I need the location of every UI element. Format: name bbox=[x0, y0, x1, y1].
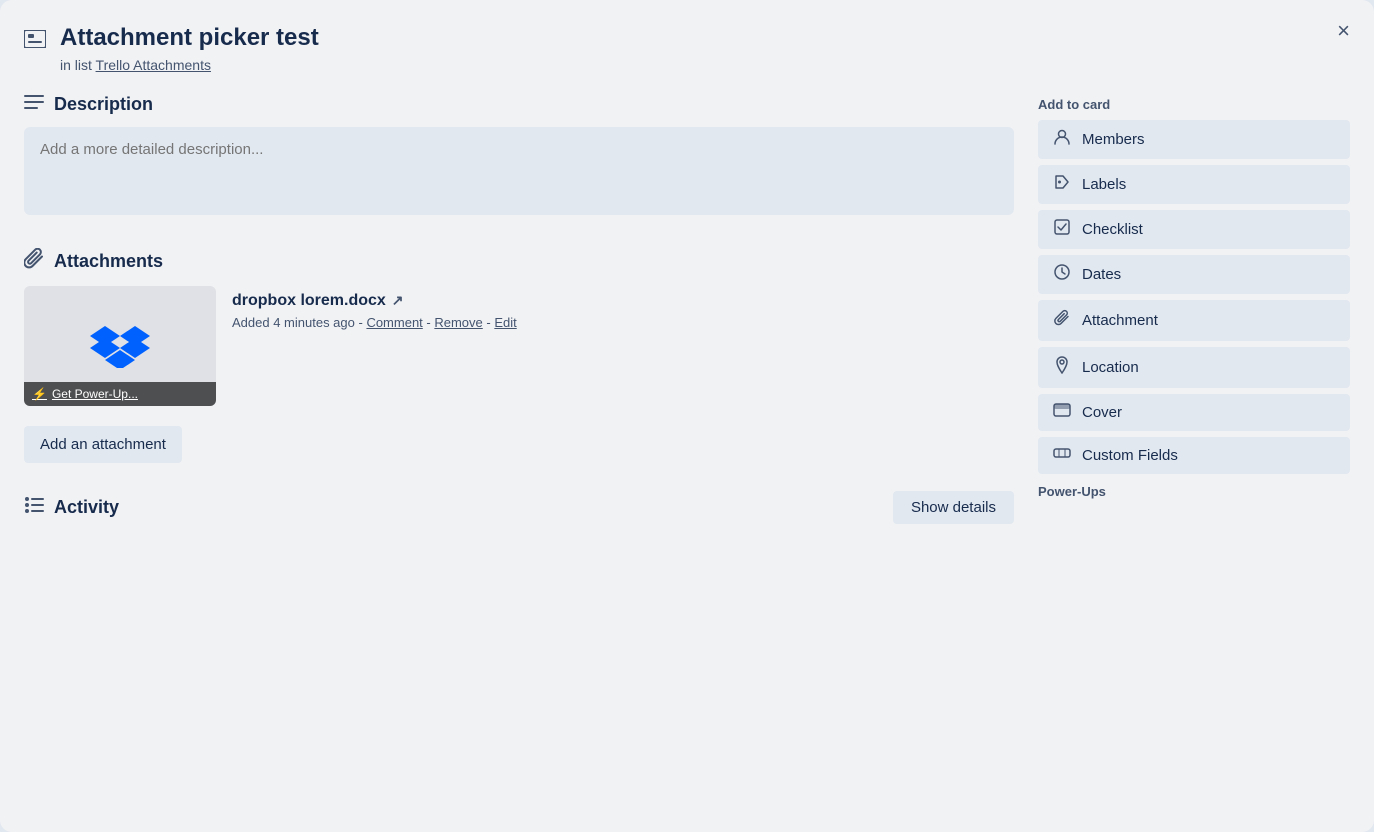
custom-fields-icon bbox=[1052, 446, 1072, 465]
paperclip-icon bbox=[24, 248, 44, 276]
attachment-external-link-icon[interactable]: ↗ bbox=[392, 292, 404, 309]
activity-title: Activity bbox=[54, 497, 119, 518]
card-modal: Attachment picker test in list Trello At… bbox=[0, 0, 1374, 832]
remove-link[interactable]: Remove bbox=[434, 315, 482, 330]
cover-icon bbox=[1052, 403, 1072, 422]
location-icon bbox=[1052, 356, 1072, 379]
attachments-header: Attachments bbox=[24, 248, 1014, 276]
description-header: Description bbox=[24, 93, 1014, 117]
activity-section: Activity Show details bbox=[24, 491, 1014, 524]
add-to-card-label: Add to card bbox=[1038, 97, 1350, 112]
attachments-title: Attachments bbox=[54, 251, 163, 272]
card-icon bbox=[24, 28, 46, 54]
list-link[interactable]: Trello Attachments bbox=[96, 57, 211, 73]
attachment-sidebar-icon bbox=[1052, 309, 1072, 332]
activity-header-row: Activity Show details bbox=[24, 491, 1014, 524]
attachment-button[interactable]: Attachment bbox=[1038, 300, 1350, 341]
description-input[interactable] bbox=[24, 127, 1014, 215]
checklist-icon bbox=[1052, 219, 1072, 240]
edit-link[interactable]: Edit bbox=[494, 315, 516, 330]
dates-button[interactable]: Dates bbox=[1038, 255, 1350, 294]
location-button[interactable]: Location bbox=[1038, 347, 1350, 388]
checklist-label: Checklist bbox=[1082, 221, 1143, 238]
get-power-up-label: Get Power-Up... bbox=[52, 387, 138, 401]
location-label: Location bbox=[1082, 359, 1139, 376]
show-details-button[interactable]: Show details bbox=[893, 491, 1014, 524]
members-label: Members bbox=[1082, 131, 1145, 148]
checklist-button[interactable]: Checklist bbox=[1038, 210, 1350, 249]
power-ups-label: Power-Ups bbox=[1038, 484, 1350, 499]
labels-button[interactable]: Labels bbox=[1038, 165, 1350, 204]
attachment-thumbnail: ⚡ Get Power-Up... bbox=[24, 286, 216, 406]
attachments-section: Attachments ⚡ bbox=[24, 248, 1014, 463]
power-up-icon: ⚡ bbox=[32, 387, 47, 401]
attachment-meta: Added 4 minutes ago - Comment - Remove -… bbox=[232, 315, 1014, 330]
title-block: Attachment picker test in list Trello At… bbox=[60, 24, 319, 73]
card-title[interactable]: Attachment picker test bbox=[60, 24, 319, 53]
comment-link[interactable]: Comment bbox=[366, 315, 422, 330]
description-title: Description bbox=[54, 94, 153, 115]
attachment-item: ⚡ Get Power-Up... dropbox lorem.docx ↗ A… bbox=[24, 286, 1014, 406]
labels-icon bbox=[1052, 174, 1072, 195]
custom-fields-label: Custom Fields bbox=[1082, 447, 1178, 464]
cover-button[interactable]: Cover bbox=[1038, 394, 1350, 431]
description-icon bbox=[24, 93, 44, 117]
members-button[interactable]: Members bbox=[1038, 120, 1350, 159]
modal-body: Description Attachments bbox=[24, 93, 1350, 832]
modal-header: Attachment picker test in list Trello At… bbox=[24, 24, 1350, 73]
dates-label: Dates bbox=[1082, 266, 1121, 283]
attachment-name: dropbox lorem.docx ↗ bbox=[232, 292, 1014, 310]
description-section: Description bbox=[24, 93, 1014, 220]
main-content: Description Attachments bbox=[24, 93, 1014, 832]
attachment-details: dropbox lorem.docx ↗ Added 4 minutes ago… bbox=[232, 286, 1014, 330]
add-attachment-button[interactable]: Add an attachment bbox=[24, 426, 182, 463]
cover-label: Cover bbox=[1082, 404, 1122, 421]
attachment-label: Attachment bbox=[1082, 312, 1158, 329]
activity-icon bbox=[24, 495, 44, 519]
card-subtitle: in list Trello Attachments bbox=[60, 57, 319, 73]
sidebar: Add to card Members Labels bbox=[1038, 93, 1350, 832]
get-power-up-button[interactable]: ⚡ Get Power-Up... bbox=[24, 382, 216, 406]
close-button[interactable]: × bbox=[1333, 16, 1354, 46]
activity-left: Activity bbox=[24, 495, 119, 519]
custom-fields-button[interactable]: Custom Fields bbox=[1038, 437, 1350, 474]
dates-icon bbox=[1052, 264, 1072, 285]
labels-label: Labels bbox=[1082, 176, 1126, 193]
members-icon bbox=[1052, 129, 1072, 150]
